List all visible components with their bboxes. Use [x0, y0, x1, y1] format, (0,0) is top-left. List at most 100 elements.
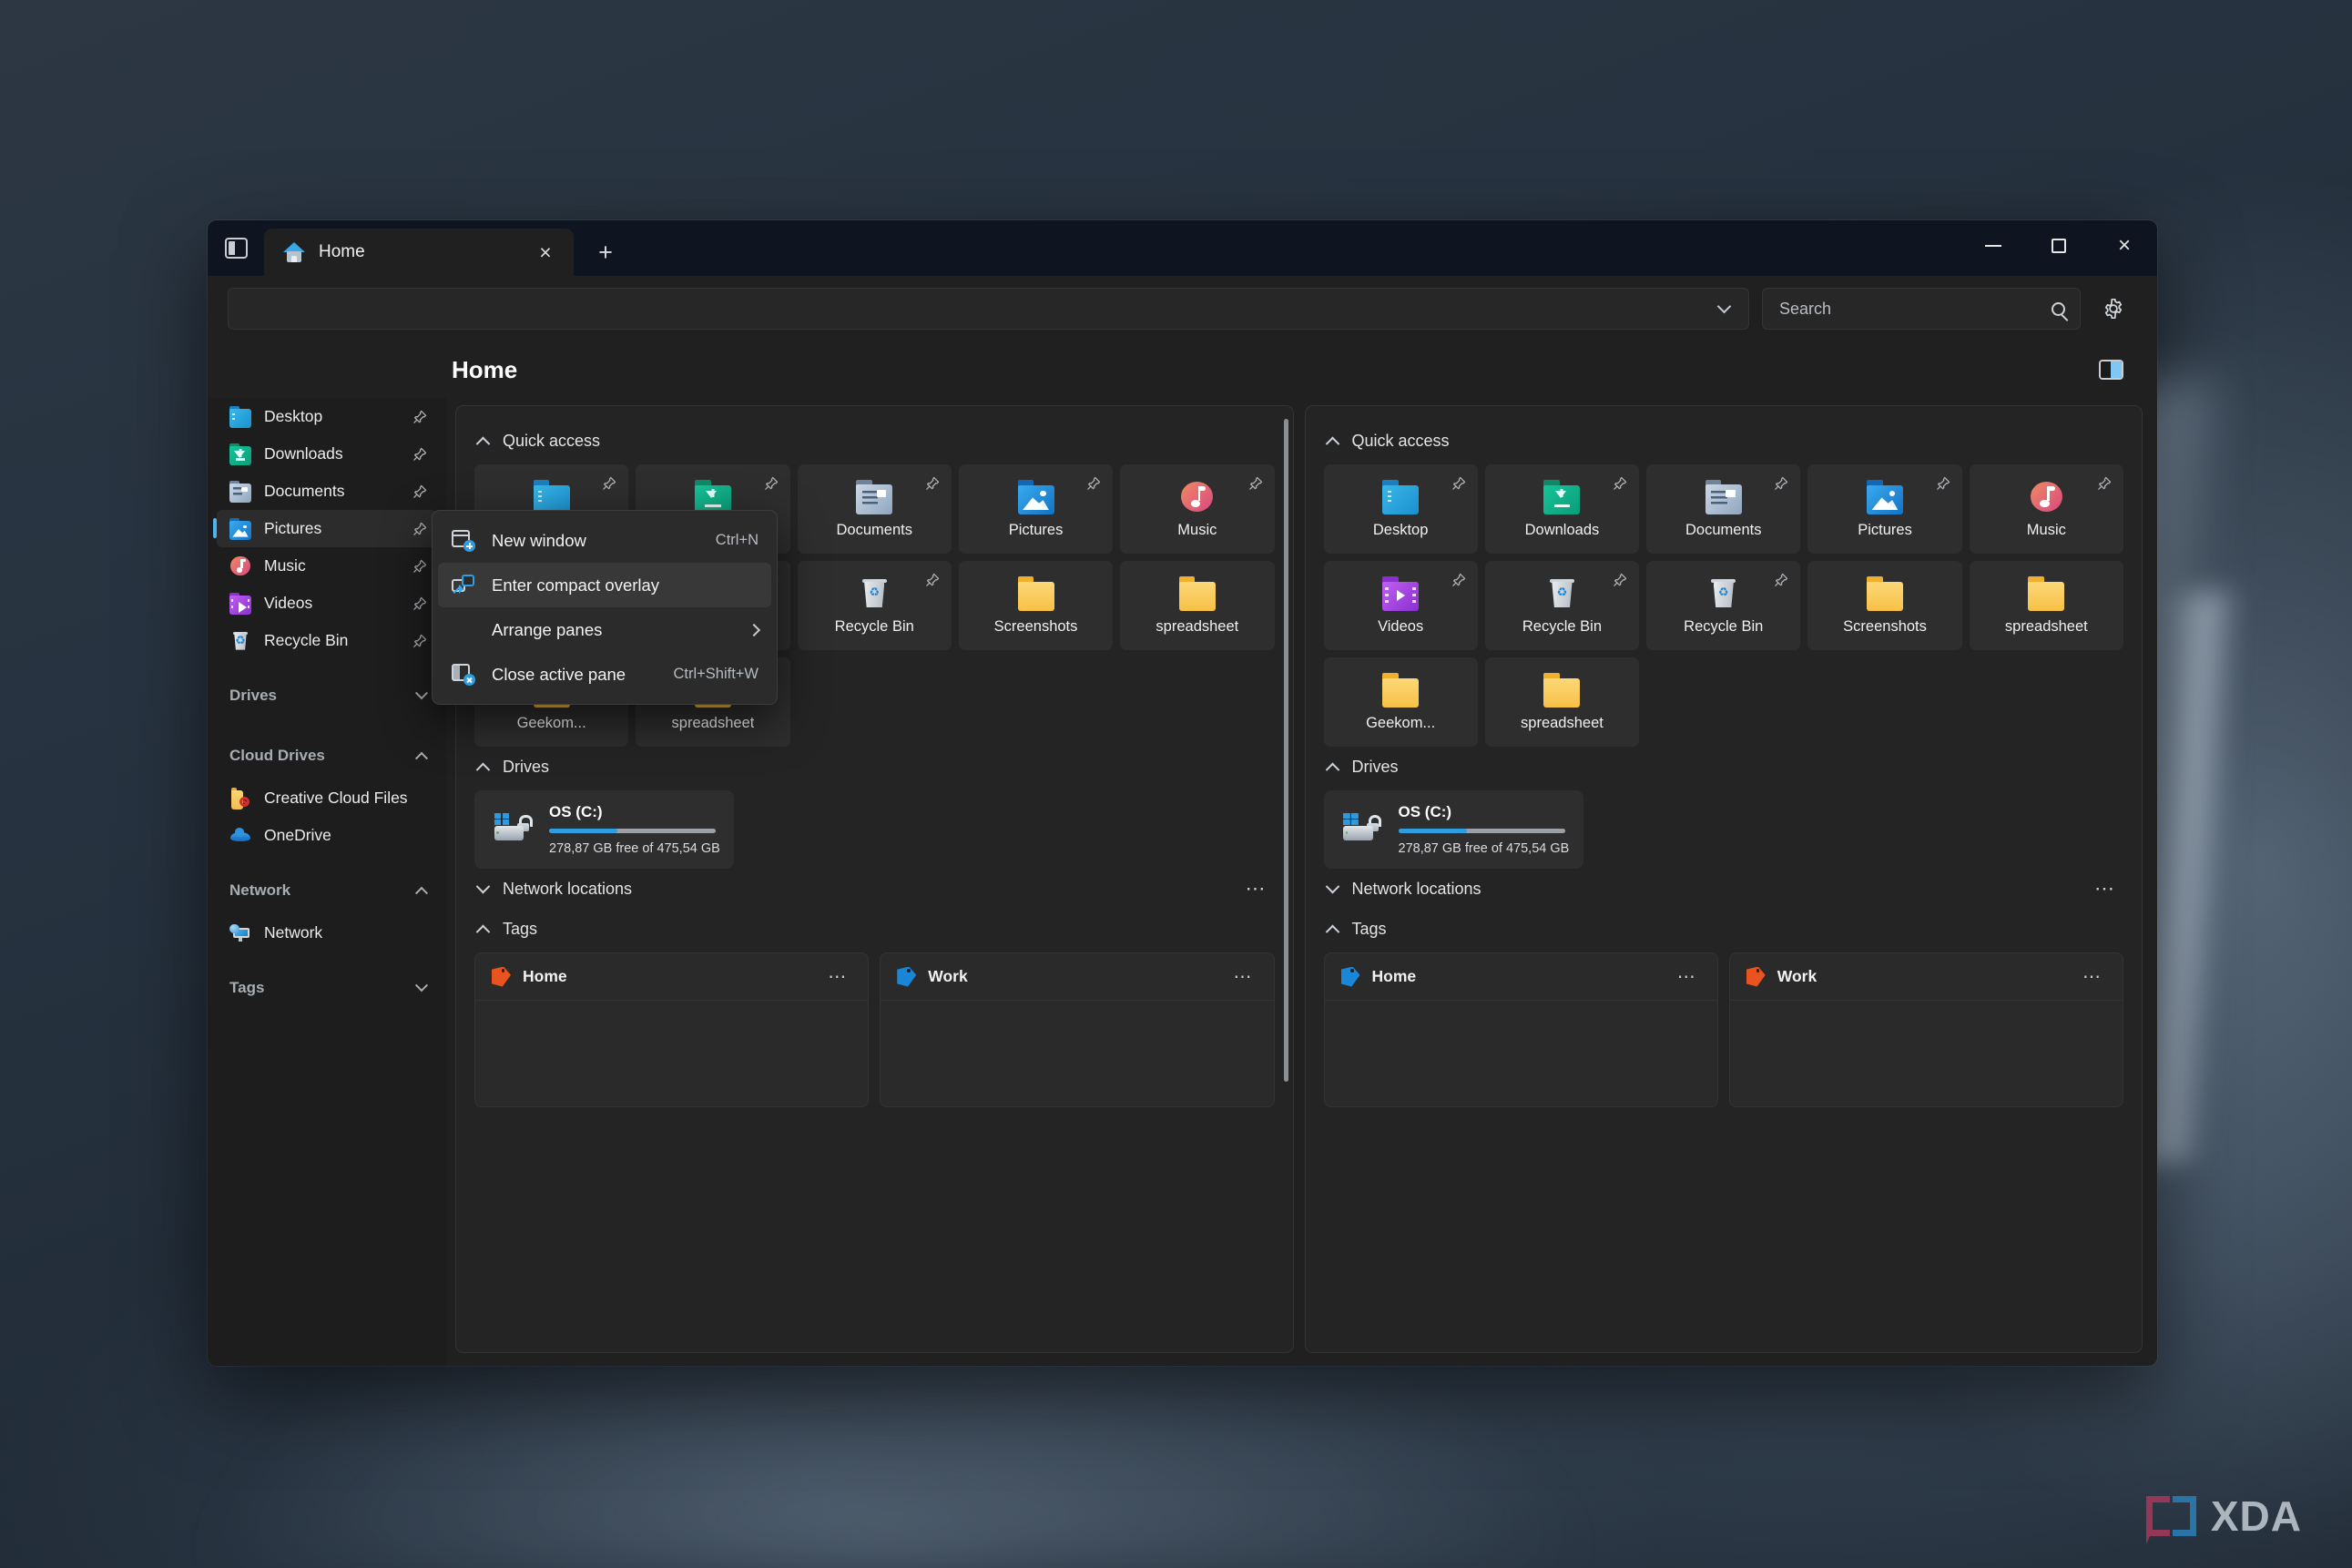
pin-icon[interactable] [412, 484, 428, 500]
pin-icon[interactable] [601, 475, 617, 492]
sidebar-group-cloud-drives[interactable]: Cloud Drives [217, 732, 437, 779]
sidebar-item-network[interactable]: Network [217, 914, 437, 952]
pin-icon[interactable] [1085, 475, 1102, 492]
toolbar [208, 276, 2157, 341]
sidebar-item-desktop[interactable]: Desktop [217, 398, 437, 435]
dual-pane-toggle-button[interactable] [2088, 351, 2133, 388]
sidebar-group-drives[interactable]: Drives [217, 672, 437, 719]
pin-icon[interactable] [763, 475, 779, 492]
pin-icon[interactable] [412, 409, 428, 425]
file-explorer-window: Home × + × Hom [208, 220, 2157, 1366]
pin-icon[interactable] [924, 475, 941, 492]
section-header-network-locations[interactable]: Network locations ⋯ [1324, 869, 2124, 909]
search-input[interactable] [1779, 299, 2052, 319]
quick-access-tile[interactable]: Music [1969, 464, 2123, 554]
more-options-icon[interactable]: ⋯ [1238, 875, 1275, 902]
close-window-button[interactable]: × [2092, 220, 2157, 271]
drive-card[interactable]: OS (C:) 278,87 GB free of 475,54 GB [474, 790, 734, 869]
more-options-icon[interactable]: ⋯ [2077, 965, 2108, 989]
quick-access-tile[interactable]: Screenshots [958, 561, 1114, 650]
menu-item-close-active-pane[interactable]: Close active pane Ctrl+Shift+W [438, 652, 771, 697]
more-options-icon[interactable]: ⋯ [1672, 965, 1703, 989]
section-header-tags[interactable]: Tags [1324, 909, 2124, 949]
pin-icon[interactable] [412, 521, 428, 537]
quick-access-tile[interactable]: Videos [1323, 561, 1478, 650]
windows-drive-icon [1342, 810, 1382, 849]
folder-icon [2028, 575, 2065, 611]
quick-access-tile[interactable]: Pictures [1807, 464, 1962, 554]
pin-icon[interactable] [1773, 572, 1789, 588]
more-options-icon[interactable]: ⋯ [2087, 875, 2123, 902]
maximize-button[interactable] [2026, 220, 2092, 271]
search-box[interactable] [1762, 288, 2081, 330]
section-header-tags[interactable]: Tags [474, 909, 1275, 949]
section-header-network-locations[interactable]: Network locations ⋯ [474, 869, 1275, 909]
minimize-button[interactable] [1960, 220, 2026, 271]
quick-access-tile[interactable]: spreadsheet [1484, 657, 1640, 747]
sidebar-item-onedrive[interactable]: OneDrive [217, 817, 437, 854]
pin-icon[interactable] [2096, 475, 2113, 492]
pin-icon[interactable] [412, 446, 428, 463]
more-options-icon[interactable]: ⋯ [1228, 965, 1259, 989]
tab-home[interactable]: Home × [264, 229, 574, 276]
section-header-quick-access[interactable]: Quick access [1324, 421, 2124, 461]
pin-icon[interactable] [412, 558, 428, 575]
address-bar[interactable] [228, 288, 1749, 330]
menu-item-new-window[interactable]: New window Ctrl+N [438, 518, 771, 563]
sidebar-item-creative-cloud-files[interactable]: Creative Cloud Files [217, 779, 437, 817]
sidebar-item-music[interactable]: Music [217, 547, 437, 585]
drive-card[interactable]: OS (C:) 278,87 GB free of 475,54 GB [1323, 790, 1583, 869]
pin-icon[interactable] [1935, 475, 1951, 492]
more-options-icon[interactable]: ⋯ [822, 965, 853, 989]
pin-icon[interactable] [1773, 475, 1789, 492]
settings-button[interactable] [2090, 287, 2137, 331]
quick-access-tile[interactable]: Music [1120, 464, 1275, 554]
pin-icon[interactable] [412, 596, 428, 612]
sidebar-item-pictures[interactable]: Pictures [213, 510, 437, 547]
menu-item-enter-compact-overlay[interactable]: Enter compact overlay [438, 563, 771, 607]
pane-left-scrollbar[interactable] [1283, 419, 1288, 1339]
tag-card[interactable]: Home ⋯ [1323, 952, 1718, 1107]
chevron-up-icon [475, 762, 491, 777]
sidebar-item-downloads[interactable]: Downloads [217, 435, 437, 473]
quick-access-tile[interactable]: ♻ Recycle Bin [797, 561, 952, 650]
pin-icon[interactable] [1612, 572, 1628, 588]
section-header-quick-access[interactable]: Quick access [474, 421, 1275, 461]
tag-card[interactable]: Home ⋯ [474, 952, 870, 1107]
recycle-bin-icon: ♻ [1543, 576, 1580, 611]
sidebar-item-documents[interactable]: Documents [217, 473, 437, 510]
quick-access-tile[interactable]: ♻ Recycle Bin [1646, 561, 1801, 650]
quick-access-tile[interactable]: spreadsheet [1969, 561, 2123, 650]
quick-access-tile[interactable]: Downloads [1484, 464, 1640, 554]
pin-icon[interactable] [1612, 475, 1628, 492]
sidebar-item-videos[interactable]: Videos [217, 585, 437, 622]
sidebar-toggle-button[interactable] [208, 220, 264, 276]
tag-card[interactable]: Work ⋯ [1728, 952, 2123, 1107]
new-tab-button[interactable]: + [585, 231, 626, 273]
sidebar-group-network[interactable]: Network [217, 867, 437, 914]
close-tab-button[interactable]: × [530, 237, 561, 268]
quick-access-tile[interactable]: Documents [797, 464, 952, 554]
pin-icon[interactable] [1451, 572, 1467, 588]
pin-icon[interactable] [924, 572, 941, 588]
tag-card[interactable]: Work ⋯ [880, 952, 1275, 1107]
sidebar-group-tags[interactable]: Tags [217, 964, 437, 1012]
section-header-drives[interactable]: Drives [474, 747, 1275, 787]
tag-icon [492, 966, 511, 987]
quick-access-tile[interactable]: spreadsheet [1120, 561, 1275, 650]
sidebar-item-recycle-bin[interactable]: ♻ Recycle Bin [217, 622, 437, 659]
section-header-drives[interactable]: Drives [1324, 747, 2124, 787]
quick-access-tile[interactable]: Documents [1646, 464, 1801, 554]
quick-access-tile[interactable]: Pictures [958, 464, 1114, 554]
dual-pane-toggle-icon [2098, 360, 2123, 380]
xda-logo-icon [2145, 1496, 2196, 1544]
quick-access-tile[interactable]: Screenshots [1807, 561, 1962, 650]
quick-access-tile[interactable]: Desktop [1323, 464, 1478, 554]
quick-access-tile[interactable]: ♻ Recycle Bin [1484, 561, 1640, 650]
address-history-dropdown-button[interactable] [1705, 291, 1743, 326]
pin-icon[interactable] [1451, 475, 1467, 492]
pin-icon[interactable] [1247, 475, 1264, 492]
pin-icon[interactable] [412, 633, 428, 649]
menu-item-arrange-panes[interactable]: Arrange panes [438, 607, 771, 652]
quick-access-tile[interactable]: Geekom... [1323, 657, 1478, 747]
